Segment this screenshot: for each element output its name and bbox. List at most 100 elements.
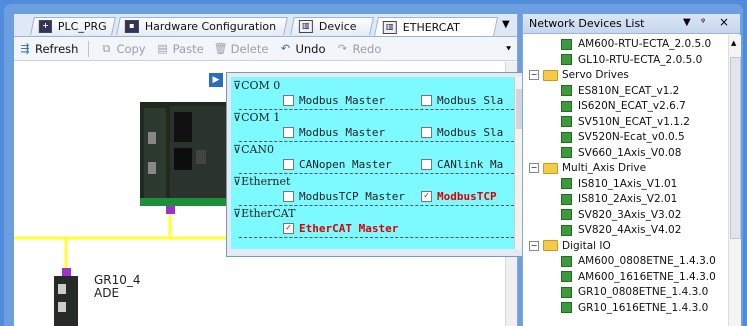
modbus-master-com0-checkbox[interactable]: Modbus Master bbox=[283, 94, 385, 107]
connector-icon bbox=[62, 268, 71, 276]
panel-scroll-thumb[interactable] bbox=[730, 57, 741, 239]
refresh-button[interactable]: ⇶ Refresh bbox=[18, 42, 78, 56]
ethercat-icon: ▥ bbox=[382, 20, 397, 34]
checkbox-box bbox=[283, 95, 294, 106]
device-tree: AM600-RTU-ECTA_2.0.5.0 GL10-RTU-ECTA_2.0.… bbox=[523, 35, 728, 326]
connector-icon bbox=[166, 206, 175, 214]
tree-device[interactable]: SV520N-Ecat_v0.0.5 bbox=[561, 130, 685, 144]
editor-tab-bar: + PLC_PRG ▪ Hardware Configuration ▥ Dev… bbox=[14, 14, 517, 37]
modbustcp-slave-checkbox[interactable]: ✓ ModbusTCP bbox=[421, 190, 497, 203]
tree-folder[interactable]: − Digital IO bbox=[529, 239, 611, 253]
device-module-icon bbox=[561, 116, 572, 127]
toolbar-overflow-icon[interactable]: ⯆ bbox=[505, 45, 512, 55]
device-module-icon bbox=[561, 131, 572, 143]
tree-device[interactable]: IS810_2Axis_V2.01 bbox=[561, 192, 677, 206]
tab-label: PLC_PRG bbox=[58, 20, 107, 33]
pin-icon[interactable]: ᵠ bbox=[701, 17, 705, 28]
tree-device[interactable]: IS620N_ECAT_v2.6.7 bbox=[561, 99, 686, 113]
redo-button[interactable]: ↷ Redo bbox=[336, 42, 382, 56]
copy-icon: ⧉ bbox=[102, 41, 111, 55]
tree-device[interactable]: ES810N_ECAT_v1.2 bbox=[561, 84, 679, 98]
tab-label: Device bbox=[318, 20, 357, 33]
undo-button[interactable]: ↶ Undo bbox=[278, 41, 326, 56]
modbustcp-master-checkbox[interactable]: ModbusTCP Master bbox=[283, 190, 405, 203]
protocol-options-panel: ⊽COM 0 Modbus Master Modbus Sla ⊽COM 1 M… bbox=[231, 77, 514, 249]
tree-device[interactable]: SV820_3Axis_V3.02 bbox=[561, 208, 681, 222]
modbus-master-com1-checkbox[interactable]: Modbus Master bbox=[283, 126, 385, 139]
tree-folder[interactable]: − Multi_Axis Drive bbox=[529, 161, 646, 175]
section-title: Ethernet bbox=[241, 175, 291, 188]
device-module-icon bbox=[561, 38, 572, 50]
tree-item-label: SV820_4Axis_V4.02 bbox=[578, 224, 682, 236]
tab-list-dropdown-icon[interactable]: ▼ bbox=[502, 19, 510, 30]
redo-icon: ↷ bbox=[337, 41, 348, 55]
plc-device[interactable] bbox=[140, 102, 230, 206]
tab-hardware-configuration[interactable]: ▪ Hardware Configuration bbox=[116, 17, 288, 35]
collapse-icon[interactable]: − bbox=[529, 163, 539, 173]
checkbox-box bbox=[421, 127, 432, 138]
tab-plc-prg[interactable]: + PLC_PRG bbox=[30, 17, 116, 35]
device-module-icon bbox=[561, 286, 572, 298]
checkbox-label: Modbus Sla bbox=[437, 94, 504, 107]
tree-item-label: AM600_0808ETNE_1.4.3.0 bbox=[578, 255, 716, 267]
tree-item-label: IS810_2Axis_V2.01 bbox=[578, 193, 678, 205]
tree-device[interactable]: AM600_0808ETNE_1.4.3.0 bbox=[561, 254, 716, 268]
tree-item-label: ES810N_ECAT_v1.2 bbox=[578, 84, 680, 97]
panel-title: Network Devices List bbox=[529, 17, 645, 30]
panel-header: Network Devices List ▼ ᵠ × bbox=[523, 14, 740, 34]
device-module-icon bbox=[561, 193, 572, 205]
panel-scrollbar[interactable]: ▲ bbox=[728, 35, 741, 326]
tree-device[interactable]: GR10_1616ETNE_1.4.3.0 bbox=[561, 301, 708, 315]
tree-device[interactable]: GL10-RTU-ECTA_2.0.5.0 bbox=[561, 53, 702, 67]
modbus-slave-com1-checkbox[interactable]: Modbus Sla bbox=[421, 126, 503, 139]
tree-item-label: SV660_1Axis_V0.08 bbox=[578, 146, 682, 159]
checkbox-checked-icon: ✓ bbox=[283, 223, 294, 234]
trash-icon: 🗑 bbox=[213, 41, 228, 55]
delete-button[interactable]: 🗑 Delete bbox=[214, 42, 269, 56]
paste-button[interactable]: ▤ Paste bbox=[156, 42, 203, 56]
protocol-config-popup: ▶ ⊽COM 0 Modbus Master Modbus Sla ⊽COM 1… bbox=[209, 72, 525, 257]
checkbox-label: ModbusTCP Master bbox=[299, 190, 405, 203]
tree-device[interactable]: GR10_0808ETNE_1.4.3.0 bbox=[561, 285, 708, 299]
refresh-icon: ⇶ bbox=[20, 41, 30, 55]
tree-item-label: GL10-RTU-ECTA_2.0.5.0 bbox=[578, 53, 703, 66]
section-title: COM 1 bbox=[241, 111, 281, 124]
tree-item-label: Multi_Axis Drive bbox=[562, 162, 647, 174]
popup-expand-icon[interactable]: ▶ bbox=[209, 73, 223, 87]
tab-ethercat[interactable]: ▥ ETHERCAT bbox=[373, 17, 499, 36]
tree-device[interactable]: SV660_1Axis_V0.08 bbox=[561, 146, 681, 160]
tree-device[interactable]: SV510N_ECAT_v1.1.2 bbox=[561, 115, 690, 129]
section-title: EtherCAT bbox=[241, 207, 296, 220]
tree-device[interactable]: SV820_4Axis_V4.02 bbox=[561, 223, 681, 237]
tree-item-label: AM600_1616ETNE_1.4.3.0 bbox=[578, 270, 716, 283]
copy-button[interactable]: ⧉ Copy bbox=[99, 41, 146, 56]
tree-device[interactable]: AM600-RTU-ECTA_2.0.5.0 bbox=[561, 37, 711, 51]
tree-item-label: GR10_1616ETNE_1.4.3.0 bbox=[578, 301, 709, 314]
canopen-master-checkbox[interactable]: CANopen Master bbox=[283, 158, 392, 171]
tree-device[interactable]: AM600_1616ETNE_1.4.3.0 bbox=[561, 270, 716, 284]
section-com1: ⊽COM 1 bbox=[233, 111, 280, 124]
checkbox-label: EtherCAT Master bbox=[299, 222, 399, 235]
ethercat-master-checkbox[interactable]: ✓ EtherCAT Master bbox=[283, 222, 398, 235]
network-devices-panel: Network Devices List ▼ ᵠ × AM600-RTU-ECT… bbox=[522, 14, 741, 326]
scroll-up-icon[interactable]: ▲ bbox=[731, 39, 736, 47]
modbus-slave-com0-checkbox[interactable]: Modbus Sla bbox=[421, 94, 503, 107]
undo-icon: ↶ bbox=[280, 41, 291, 55]
panel-menu-dropdown-icon[interactable]: ▼ bbox=[683, 17, 691, 28]
folder-icon bbox=[543, 162, 558, 174]
device-module-icon bbox=[561, 271, 572, 282]
collapse-icon[interactable]: − bbox=[529, 240, 539, 251]
checkbox-box bbox=[421, 95, 432, 106]
device-module-icon bbox=[561, 100, 572, 112]
close-icon[interactable]: × bbox=[719, 15, 729, 29]
canlink-master-checkbox[interactable]: CANlink Ma bbox=[421, 158, 503, 171]
gr10-device[interactable] bbox=[54, 276, 78, 326]
section-marker-icon: ⊽ bbox=[233, 207, 242, 220]
collapse-icon[interactable]: − bbox=[529, 70, 539, 80]
tree-folder[interactable]: − Servo Drives bbox=[529, 68, 629, 82]
tab-device[interactable]: ▥ Device bbox=[290, 17, 374, 35]
folder-icon bbox=[543, 240, 558, 251]
tree-device[interactable]: IS810_1Axis_V1.01 bbox=[561, 177, 677, 191]
checkbox-label: CANopen Master bbox=[299, 158, 392, 171]
section-divider bbox=[239, 141, 514, 143]
